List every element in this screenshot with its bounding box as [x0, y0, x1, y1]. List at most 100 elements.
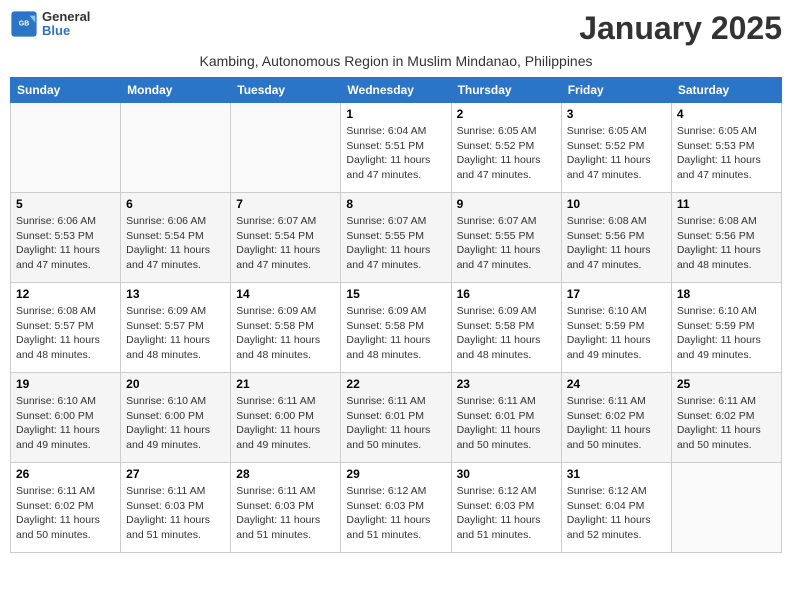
- day-number: 27: [126, 467, 225, 481]
- day-number: 24: [567, 377, 666, 391]
- day-info: Sunrise: 6:05 AM Sunset: 5:53 PM Dayligh…: [677, 124, 776, 183]
- day-number: 8: [346, 197, 445, 211]
- day-number: 11: [677, 197, 776, 211]
- day-number: 14: [236, 287, 335, 301]
- day-number: 29: [346, 467, 445, 481]
- weekday-header-thursday: Thursday: [451, 78, 561, 103]
- calendar-cell: 28 Sunrise: 6:11 AM Sunset: 6:03 PM Dayli…: [231, 463, 341, 553]
- logo-line1: General: [42, 10, 90, 24]
- day-info: Sunrise: 6:11 AM Sunset: 6:02 PM Dayligh…: [677, 394, 776, 453]
- day-info: Sunrise: 6:09 AM Sunset: 5:57 PM Dayligh…: [126, 304, 225, 363]
- day-info: Sunrise: 6:10 AM Sunset: 6:00 PM Dayligh…: [16, 394, 115, 453]
- calendar-cell: 19 Sunrise: 6:10 AM Sunset: 6:00 PM Dayli…: [11, 373, 121, 463]
- day-info: Sunrise: 6:11 AM Sunset: 6:03 PM Dayligh…: [236, 484, 335, 543]
- day-info: Sunrise: 6:09 AM Sunset: 5:58 PM Dayligh…: [236, 304, 335, 363]
- day-number: 3: [567, 107, 666, 121]
- day-number: 23: [457, 377, 556, 391]
- day-info: Sunrise: 6:09 AM Sunset: 5:58 PM Dayligh…: [457, 304, 556, 363]
- day-number: 21: [236, 377, 335, 391]
- calendar-cell: 16 Sunrise: 6:09 AM Sunset: 5:58 PM Dayli…: [451, 283, 561, 373]
- weekday-header-tuesday: Tuesday: [231, 78, 341, 103]
- calendar-cell: 13 Sunrise: 6:09 AM Sunset: 5:57 PM Dayli…: [121, 283, 231, 373]
- day-info: Sunrise: 6:12 AM Sunset: 6:03 PM Dayligh…: [457, 484, 556, 543]
- day-number: 13: [126, 287, 225, 301]
- calendar-cell: 30 Sunrise: 6:12 AM Sunset: 6:03 PM Dayli…: [451, 463, 561, 553]
- day-number: 30: [457, 467, 556, 481]
- calendar-cell: 8 Sunrise: 6:07 AM Sunset: 5:55 PM Daylig…: [341, 193, 451, 283]
- day-info: Sunrise: 6:07 AM Sunset: 5:55 PM Dayligh…: [346, 214, 445, 273]
- weekday-header-friday: Friday: [561, 78, 671, 103]
- calendar-cell: 27 Sunrise: 6:11 AM Sunset: 6:03 PM Dayli…: [121, 463, 231, 553]
- day-number: 6: [126, 197, 225, 211]
- day-info: Sunrise: 6:06 AM Sunset: 5:54 PM Dayligh…: [126, 214, 225, 273]
- calendar-cell: [11, 103, 121, 193]
- calendar-cell: 4Sunrise: 6:05 AM Sunset: 5:53 PM Daylig…: [671, 103, 781, 193]
- calendar-cell: 2 Sunrise: 6:05 AM Sunset: 5:52 PM Daylig…: [451, 103, 561, 193]
- day-number: 2: [457, 107, 556, 121]
- svg-text:GB: GB: [19, 21, 30, 28]
- day-number: 10: [567, 197, 666, 211]
- logo-icon: GB: [10, 10, 38, 38]
- calendar-cell: 21 Sunrise: 6:11 AM Sunset: 6:00 PM Dayli…: [231, 373, 341, 463]
- calendar-cell: 5 Sunrise: 6:06 AM Sunset: 5:53 PM Daylig…: [11, 193, 121, 283]
- calendar-table: SundayMondayTuesdayWednesdayThursdayFrid…: [10, 77, 782, 553]
- day-number: 28: [236, 467, 335, 481]
- calendar-cell: 6 Sunrise: 6:06 AM Sunset: 5:54 PM Daylig…: [121, 193, 231, 283]
- day-info: Sunrise: 6:11 AM Sunset: 6:00 PM Dayligh…: [236, 394, 335, 453]
- logo-text: General Blue: [42, 10, 90, 39]
- day-number: 20: [126, 377, 225, 391]
- day-info: Sunrise: 6:08 AM Sunset: 5:56 PM Dayligh…: [677, 214, 776, 273]
- day-info: Sunrise: 6:12 AM Sunset: 6:03 PM Dayligh…: [346, 484, 445, 543]
- calendar-cell: [671, 463, 781, 553]
- day-info: Sunrise: 6:11 AM Sunset: 6:02 PM Dayligh…: [567, 394, 666, 453]
- day-info: Sunrise: 6:12 AM Sunset: 6:04 PM Dayligh…: [567, 484, 666, 543]
- calendar-cell: 26 Sunrise: 6:11 AM Sunset: 6:02 PM Dayli…: [11, 463, 121, 553]
- day-info: Sunrise: 6:11 AM Sunset: 6:01 PM Dayligh…: [346, 394, 445, 453]
- weekday-header-saturday: Saturday: [671, 78, 781, 103]
- day-number: 17: [567, 287, 666, 301]
- calendar-cell: 9 Sunrise: 6:07 AM Sunset: 5:55 PM Daylig…: [451, 193, 561, 283]
- day-info: Sunrise: 6:11 AM Sunset: 6:01 PM Dayligh…: [457, 394, 556, 453]
- calendar-cell: 7Sunrise: 6:07 AM Sunset: 5:54 PM Daylig…: [231, 193, 341, 283]
- calendar-cell: 15 Sunrise: 6:09 AM Sunset: 5:58 PM Dayli…: [341, 283, 451, 373]
- day-info: Sunrise: 6:09 AM Sunset: 5:58 PM Dayligh…: [346, 304, 445, 363]
- calendar-cell: 29 Sunrise: 6:12 AM Sunset: 6:03 PM Dayli…: [341, 463, 451, 553]
- calendar-cell: 17 Sunrise: 6:10 AM Sunset: 5:59 PM Dayli…: [561, 283, 671, 373]
- calendar-cell: [121, 103, 231, 193]
- day-number: 12: [16, 287, 115, 301]
- day-info: Sunrise: 6:10 AM Sunset: 5:59 PM Dayligh…: [677, 304, 776, 363]
- calendar-cell: 12Sunrise: 6:08 AM Sunset: 5:57 PM Dayli…: [11, 283, 121, 373]
- calendar-cell: 14 Sunrise: 6:09 AM Sunset: 5:58 PM Dayli…: [231, 283, 341, 373]
- day-number: 26: [16, 467, 115, 481]
- calendar-cell: 25Sunrise: 6:11 AM Sunset: 6:02 PM Dayli…: [671, 373, 781, 463]
- day-info: Sunrise: 6:07 AM Sunset: 5:55 PM Dayligh…: [457, 214, 556, 273]
- calendar-cell: 23 Sunrise: 6:11 AM Sunset: 6:01 PM Dayli…: [451, 373, 561, 463]
- day-info: Sunrise: 6:11 AM Sunset: 6:03 PM Dayligh…: [126, 484, 225, 543]
- day-info: Sunrise: 6:05 AM Sunset: 5:52 PM Dayligh…: [457, 124, 556, 183]
- calendar-cell: 10 Sunrise: 6:08 AM Sunset: 5:56 PM Dayli…: [561, 193, 671, 283]
- day-info: Sunrise: 6:11 AM Sunset: 6:02 PM Dayligh…: [16, 484, 115, 543]
- logo: GB General Blue: [10, 10, 90, 39]
- weekday-header-wednesday: Wednesday: [341, 78, 451, 103]
- calendar-cell: 24 Sunrise: 6:11 AM Sunset: 6:02 PM Dayli…: [561, 373, 671, 463]
- weekday-header-sunday: Sunday: [11, 78, 121, 103]
- day-number: 19: [16, 377, 115, 391]
- day-info: Sunrise: 6:10 AM Sunset: 5:59 PM Dayligh…: [567, 304, 666, 363]
- day-number: 1: [346, 107, 445, 121]
- day-info: Sunrise: 6:04 AM Sunset: 5:51 PM Dayligh…: [346, 124, 445, 183]
- day-info: Sunrise: 6:07 AM Sunset: 5:54 PM Dayligh…: [236, 214, 335, 273]
- day-info: Sunrise: 6:08 AM Sunset: 5:56 PM Dayligh…: [567, 214, 666, 273]
- calendar-cell: 11 Sunrise: 6:08 AM Sunset: 5:56 PM Dayli…: [671, 193, 781, 283]
- day-number: 18: [677, 287, 776, 301]
- day-info: Sunrise: 6:06 AM Sunset: 5:53 PM Dayligh…: [16, 214, 115, 273]
- day-number: 16: [457, 287, 556, 301]
- calendar-cell: 22Sunrise: 6:11 AM Sunset: 6:01 PM Dayli…: [341, 373, 451, 463]
- day-info: Sunrise: 6:10 AM Sunset: 6:00 PM Dayligh…: [126, 394, 225, 453]
- calendar-title: January 2025: [579, 10, 782, 47]
- calendar-cell: 20 Sunrise: 6:10 AM Sunset: 6:00 PM Dayli…: [121, 373, 231, 463]
- weekday-header-monday: Monday: [121, 78, 231, 103]
- day-number: 9: [457, 197, 556, 211]
- calendar-cell: [231, 103, 341, 193]
- day-number: 15: [346, 287, 445, 301]
- day-number: 5: [16, 197, 115, 211]
